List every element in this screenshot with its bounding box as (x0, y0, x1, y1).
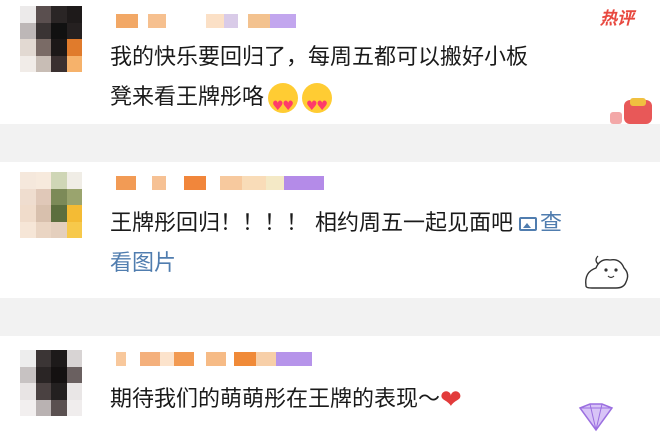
username-2[interactable] (116, 176, 324, 190)
view-image-link-line2[interactable]: 看图片 (110, 244, 620, 284)
username-3[interactable] (116, 352, 312, 366)
comment-card-2: 王牌彤回归！！！！ 相约周五一起见面吧 查 看图片 (0, 162, 660, 298)
cartoon-dog-decoration-icon (585, 255, 629, 289)
red-heart-emoji-icon: ❤ (440, 385, 462, 415)
comment-text-2-body: 王牌彤回归！！！！ 相约周五一起见面吧 (110, 211, 513, 236)
comment-text-3-body: 期待我们的萌萌彤在王牌的表现～ (110, 387, 441, 412)
hot-comments-label: 热评 (600, 9, 634, 29)
view-image-link[interactable]: 查 (513, 211, 562, 236)
username-1[interactable] (116, 14, 296, 28)
comment-text-1-line1: 我的快乐要回归了，每周五都可以搬好小板 (110, 45, 529, 70)
user-avatar-2[interactable] (20, 172, 82, 238)
comment-card-3: 期待我们的萌萌彤在王牌的表现～❤ (0, 336, 660, 440)
comment-text-1-line2: 凳来看王牌彤咯 (110, 85, 265, 110)
sticker-decoration-icon (610, 92, 654, 124)
comment-card-1: 热评 我的快乐要回归了，每周五都可以搬好小板 凳来看王牌彤咯 (0, 0, 660, 127)
user-avatar-1[interactable] (20, 6, 82, 72)
comment-text-1: 我的快乐要回归了，每周五都可以搬好小板 凳来看王牌彤咯 (110, 38, 620, 127)
comment-text-2: 王牌彤回归！！！！ 相约周五一起见面吧 查 看图片 (110, 204, 620, 284)
user-avatar-3[interactable] (20, 350, 82, 416)
heart-eyes-emoji-icon (302, 83, 333, 127)
view-image-link-text-1: 查 (540, 211, 563, 236)
heart-eyes-emoji-icon (268, 83, 299, 127)
comment-text-3: 期待我们的萌萌彤在王牌的表现～❤ (110, 380, 620, 420)
diamond-badge-icon (578, 403, 614, 432)
picture-icon (519, 217, 537, 231)
